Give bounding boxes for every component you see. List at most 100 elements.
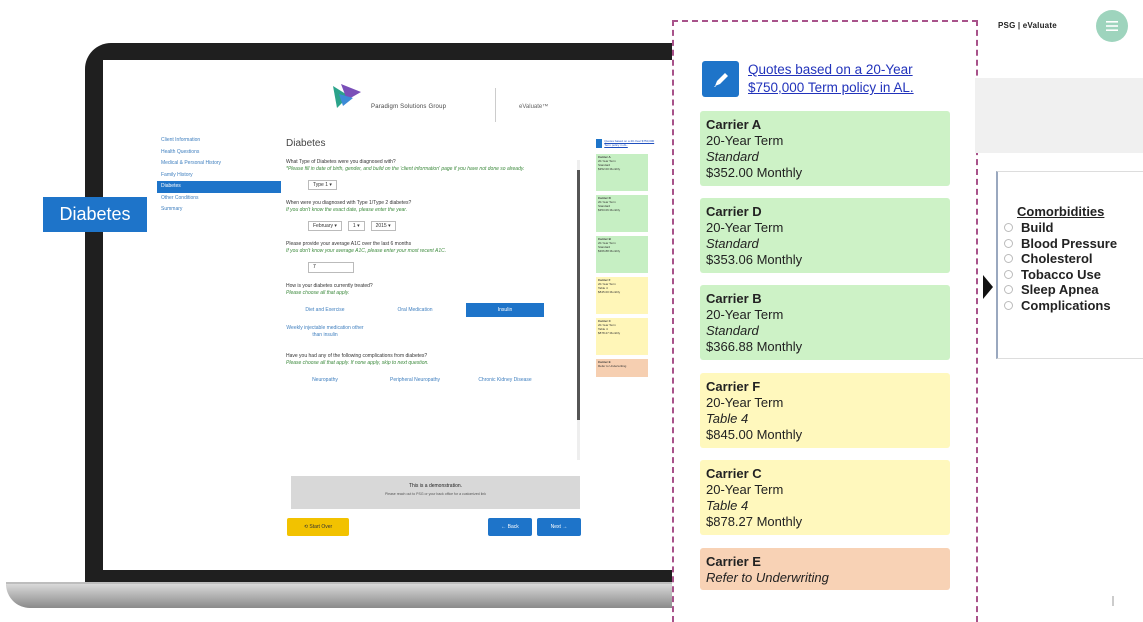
next-button[interactable]: Next → xyxy=(537,518,581,536)
comorbidities-title: Comorbidities xyxy=(1017,204,1105,219)
quote-basis-link[interactable]: Quotes based on a 20-Year $750,000 Term … xyxy=(748,61,914,97)
carrier-name: Carrier E xyxy=(706,554,761,569)
mini-quote-card[interactable]: Carrier C 20-Year Term Table 4 $878.27 Mont… xyxy=(596,318,648,355)
quote-panel: Quotes based on a 20-Year $750,000 Term … xyxy=(672,20,978,622)
carrier-tier: Table 4 xyxy=(706,498,749,513)
carrier-term: 20-Year Term xyxy=(706,220,784,235)
quote-header: Quotes based on a 20-Year $750,000 Term … xyxy=(702,57,952,101)
mini-quote-card[interactable]: Carrier E Refer to Underwriting xyxy=(596,359,648,377)
carrier-term: 20-Year Term xyxy=(706,395,784,410)
carrier-price: $878.27 Monthly xyxy=(706,514,803,529)
mini-quote-card[interactable]: Carrier B 20-Year Term Standard $366.88 Mon… xyxy=(596,236,648,273)
quote-card-carrier-f[interactable]: Carrier F 20-Year Term Table 4 $845.00 M… xyxy=(700,373,950,448)
radio-icon[interactable] xyxy=(1004,223,1013,233)
quote-card-carrier-a[interactable]: Carrier A 20-Year Term Standard $352.00 … xyxy=(700,111,950,186)
carrier-price: $353.06 Monthly xyxy=(706,252,803,267)
question-a1c: Please provide your average A1C over the… xyxy=(286,241,412,247)
question-complications: Have you had any of the following compli… xyxy=(286,353,428,359)
question-a1c-hint: If you don't know your average A1C, plea… xyxy=(286,248,447,254)
edit-button[interactable] xyxy=(702,61,739,97)
choice-peripheral-neuropathy[interactable]: Peripheral Neuropathy xyxy=(376,373,454,387)
carrier-term: 20-Year Term xyxy=(706,307,784,322)
comorbidities-panel: Comorbidities Build Blood Pressure Chole… xyxy=(996,171,1143,359)
carrier-price: $352.00 Monthly xyxy=(706,165,803,180)
nav-item-family-history[interactable]: Family History xyxy=(157,170,281,182)
demo-notice: This is a demonstration. Please reach ou… xyxy=(291,476,580,509)
carrier-term: 20-Year Term xyxy=(706,133,784,148)
nav-item-medical-history[interactable]: Medical & Personal History xyxy=(157,158,281,170)
choice-diet-exercise[interactable]: Diet and Exercise xyxy=(286,303,364,317)
carrier-tier: Standard xyxy=(706,149,759,164)
logo-divider xyxy=(495,88,496,122)
quote-basis-line-1[interactable]: Quotes based on a 20-Year xyxy=(748,61,914,79)
choice-insulin[interactable]: Insulin xyxy=(466,303,544,317)
nav-item-client-information[interactable]: Client Information xyxy=(157,135,281,147)
form-scrollbar[interactable] xyxy=(577,160,580,460)
mini-quote-card[interactable]: Carrier D 20-Year Term Standard $353.06 Mon… xyxy=(596,195,648,232)
comorbidity-sleep-apnea[interactable]: Sleep Apnea xyxy=(1004,282,1117,298)
section-badge: Diabetes xyxy=(43,197,147,232)
mini-quote-card[interactable]: Carrier A 20-Year Term Standard $352.00 Mon… xyxy=(596,154,648,191)
quote-card-carrier-e[interactable]: Carrier E Refer to Underwriting xyxy=(700,548,950,590)
comorbidity-cholesterol[interactable]: Cholesterol xyxy=(1004,251,1117,267)
corner-mark xyxy=(1112,596,1114,606)
hamburger-icon xyxy=(1106,21,1118,31)
a1c-input[interactable]: 7 xyxy=(308,262,354,273)
diabetes-type-select[interactable]: Type 1 ▾ xyxy=(308,180,337,190)
quote-card-carrier-d[interactable]: Carrier D 20-Year Term Standard $353.06 … xyxy=(700,198,950,273)
carrier-tier: Standard xyxy=(706,323,759,338)
comorbidity-build[interactable]: Build xyxy=(1004,220,1117,236)
question-treatment-hint: Please choose all that apply. xyxy=(286,290,350,296)
mini-quote-card[interactable]: Carrier F 20-Year Term Table 4 $845.00 Mont… xyxy=(596,277,648,314)
laptop-screen: Paradigm Solutions Group eValuate™ Clien… xyxy=(103,60,693,570)
app-logo: Paradigm Solutions Group eValuate™ xyxy=(331,82,561,122)
comorbidity-tobacco-use[interactable]: Tobacco Use xyxy=(1004,267,1117,283)
mini-quote-list: Quotes based on a 20-Year $750,000 Term … xyxy=(596,136,656,381)
nav-item-other-conditions[interactable]: Other Conditions xyxy=(157,193,281,205)
nav-item-summary[interactable]: Summary xyxy=(157,204,281,216)
quote-card-carrier-c[interactable]: Carrier C 20-Year Term Table 4 $878.27 M… xyxy=(700,460,950,535)
day-select[interactable]: 1 ▾ xyxy=(347,221,365,231)
comorbidity-complications[interactable]: Complications xyxy=(1004,298,1117,314)
question-type: What Type of Diabetes were you diagnosed… xyxy=(286,159,396,165)
choice-weekly-injectable[interactable]: Weekly injectable medication other than … xyxy=(286,321,364,343)
diabetes-form: Diabetes What Type of Diabetes were you … xyxy=(286,138,586,391)
quote-basis-line-2[interactable]: $750,000 Term policy in AL. xyxy=(748,79,914,97)
comorbidity-blood-pressure[interactable]: Blood Pressure xyxy=(1004,236,1117,252)
demo-subtitle: Please reach out to PSG or your back off… xyxy=(385,492,486,496)
choice-neuropathy[interactable]: Neuropathy xyxy=(286,373,364,387)
quote-card-carrier-b[interactable]: Carrier B 20-Year Term Standard $366.88 … xyxy=(700,285,950,360)
nav-item-health-questions[interactable]: Health Questions xyxy=(157,147,281,159)
year-select[interactable]: 2015 ▾ xyxy=(370,221,396,231)
comorbidity-label: Sleep Apnea xyxy=(1021,282,1099,298)
comorbidity-label: Cholesterol xyxy=(1021,251,1093,267)
carrier-tier: Standard xyxy=(706,236,759,251)
form-title: Diabetes xyxy=(286,138,326,149)
nav-item-diabetes[interactable]: Diabetes xyxy=(157,181,281,193)
radio-icon[interactable] xyxy=(1004,285,1013,295)
carrier-name: Carrier B xyxy=(706,291,762,306)
radio-icon[interactable] xyxy=(1004,238,1013,248)
scrollbar-thumb[interactable] xyxy=(577,170,580,420)
start-over-button[interactable]: ⟲ Start Over xyxy=(287,518,349,536)
menu-button[interactable] xyxy=(1096,10,1128,42)
mini-quote-link[interactable]: Quotes based on a 20-Year $750,000 Term … xyxy=(604,139,656,147)
radio-icon[interactable] xyxy=(1004,269,1013,279)
comorbidity-label: Complications xyxy=(1021,297,1111,313)
mini-edit-icon[interactable] xyxy=(596,139,603,148)
radio-icon[interactable] xyxy=(1004,254,1013,264)
question-diagnosed: When were you diagnosed with Type 1/Type… xyxy=(286,200,412,206)
question-type-hint: *Please fill in date of birth, gender, a… xyxy=(286,166,525,172)
comorbidity-label: Tobacco Use xyxy=(1021,266,1101,282)
choice-kidney-disease[interactable]: Chronic Kidney Disease xyxy=(466,373,544,387)
month-select[interactable]: February ▾ xyxy=(308,221,342,231)
pencil-icon xyxy=(714,73,728,87)
carrier-name: Carrier F xyxy=(706,379,761,394)
comorbidity-label: Blood Pressure xyxy=(1021,235,1118,251)
comorbidity-label: Build xyxy=(1021,220,1054,236)
choice-oral-medication[interactable]: Oral Medication xyxy=(376,303,454,317)
radio-icon[interactable] xyxy=(1004,300,1013,310)
back-button[interactable]: ← Back xyxy=(488,518,532,536)
logo-icon xyxy=(333,84,361,108)
carrier-name: Carrier D xyxy=(706,204,762,219)
